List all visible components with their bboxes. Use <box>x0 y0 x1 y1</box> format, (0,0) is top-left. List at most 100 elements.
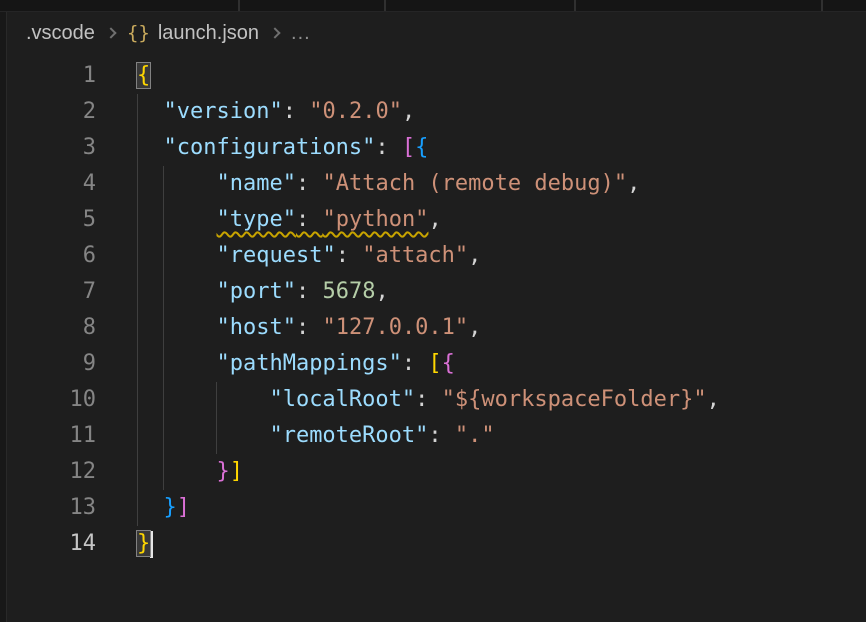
breadcrumb-file[interactable]: launch.json <box>158 22 259 45</box>
indent-guide <box>163 346 164 382</box>
line-number[interactable]: 2 <box>8 94 96 130</box>
code-token: "request" <box>216 243 335 268</box>
code-line-content[interactable]: "version": "0.2.0", <box>96 94 866 130</box>
code-token: "127.0.0.1" <box>322 315 468 340</box>
code-token <box>137 279 216 304</box>
code-token <box>137 351 216 376</box>
indent-guide <box>137 202 138 238</box>
code-token: , <box>428 207 441 232</box>
indent-guide <box>137 346 138 382</box>
code-line-content[interactable]: { <box>96 58 866 94</box>
indent-guide <box>137 382 138 418</box>
line-number[interactable]: 13 <box>8 490 96 526</box>
indent-guide <box>137 94 138 130</box>
code-token: { <box>415 135 428 160</box>
code-token <box>137 387 269 412</box>
indent-guide <box>137 454 138 490</box>
indent-guide <box>216 418 217 454</box>
code-line: 11 "remoteRoot": "." <box>8 418 866 454</box>
line-number[interactable]: 8 <box>8 310 96 346</box>
code-token: "host" <box>216 315 295 340</box>
code-token: : <box>296 171 323 196</box>
code-token: , <box>468 315 481 340</box>
code-line-content[interactable]: "port": 5678, <box>96 274 866 310</box>
code-token: : <box>375 135 402 160</box>
code-token: : <box>415 387 442 412</box>
line-number[interactable]: 4 <box>8 166 96 202</box>
tab-separator <box>384 0 386 11</box>
indent-guide <box>163 454 164 490</box>
code-token: : <box>402 351 429 376</box>
code-area[interactable]: 1{2 "version": "0.2.0",3 "configurations… <box>8 58 866 562</box>
indent-guide <box>137 238 138 274</box>
code-token: : <box>296 207 323 232</box>
code-line-content[interactable]: "name": "Attach (remote debug)", <box>96 166 866 202</box>
indent-guide <box>163 382 164 418</box>
code-token <box>137 243 216 268</box>
code-line: 3 "configurations": [{ <box>8 130 866 166</box>
tab-separator <box>574 0 576 11</box>
code-token <box>137 207 216 232</box>
line-number[interactable]: 9 <box>8 346 96 382</box>
code-line: 5 "type": "python", <box>8 202 866 238</box>
code-token: 5678 <box>322 279 375 304</box>
code-token: "remoteRoot" <box>269 423 428 448</box>
breadcrumb-folder[interactable]: .vscode <box>26 22 95 45</box>
breadcrumb: .vscode {} launch.json ... <box>0 12 866 54</box>
code-line: 14} <box>8 526 866 562</box>
code-line: 12 }] <box>8 454 866 490</box>
code-line-content[interactable]: "type": "python", <box>96 202 866 238</box>
code-line-content[interactable]: } <box>96 526 866 562</box>
code-token: , <box>402 99 415 124</box>
code-token: ] <box>230 459 243 484</box>
code-token <box>137 315 216 340</box>
editor[interactable]: 1{2 "version": "0.2.0",3 "configurations… <box>0 54 866 562</box>
indent-guide <box>163 310 164 346</box>
line-number[interactable]: 10 <box>8 382 96 418</box>
indent-guide <box>137 274 138 310</box>
line-number[interactable]: 3 <box>8 130 96 166</box>
chevron-right-icon <box>269 27 280 38</box>
code-line: 13 }] <box>8 490 866 526</box>
code-token: "0.2.0" <box>309 99 402 124</box>
code-token <box>137 423 269 448</box>
code-token: "Attach (remote debug)" <box>322 171 627 196</box>
code-line-content[interactable]: "localRoot": "${workspaceFolder}", <box>96 382 866 418</box>
warning-squiggle: "type": "python" <box>216 207 428 232</box>
code-token: [ <box>402 135 415 160</box>
code-token: : <box>296 315 323 340</box>
code-line-content[interactable]: }] <box>96 454 866 490</box>
code-token: : <box>336 243 363 268</box>
code-line-content[interactable]: "configurations": [{ <box>96 130 866 166</box>
code-token: "configurations" <box>164 135 376 160</box>
code-line: 1{ <box>8 58 866 94</box>
code-token: "pathMappings" <box>216 351 401 376</box>
code-token: , <box>375 279 388 304</box>
code-token: "${workspaceFolder}" <box>442 387 707 412</box>
indent-guide <box>137 490 138 526</box>
line-number[interactable]: 5 <box>8 202 96 238</box>
code-token: } <box>164 495 177 520</box>
breadcrumb-symbol[interactable]: ... <box>291 22 311 45</box>
line-number[interactable]: 1 <box>8 58 96 94</box>
line-number[interactable]: 6 <box>8 238 96 274</box>
line-number[interactable]: 12 <box>8 454 96 490</box>
code-token: , <box>707 387 720 412</box>
code-line-content[interactable]: }] <box>96 490 866 526</box>
window-left-edge <box>0 12 7 622</box>
code-token: "version" <box>164 99 283 124</box>
code-line-content[interactable]: "remoteRoot": "." <box>96 418 866 454</box>
code-line-content[interactable]: "host": "127.0.0.1", <box>96 310 866 346</box>
line-number[interactable]: 7 <box>8 274 96 310</box>
code-token: "name" <box>216 171 295 196</box>
line-number[interactable]: 11 <box>8 418 96 454</box>
indent-guide <box>216 382 217 418</box>
code-token <box>137 459 216 484</box>
line-number[interactable]: 14 <box>8 526 96 562</box>
indent-guide <box>163 202 164 238</box>
code-token <box>137 171 216 196</box>
code-token: { <box>442 351 455 376</box>
code-token: "type" <box>216 207 295 232</box>
code-line-content[interactable]: "request": "attach", <box>96 238 866 274</box>
code-line-content[interactable]: "pathMappings": [{ <box>96 346 866 382</box>
